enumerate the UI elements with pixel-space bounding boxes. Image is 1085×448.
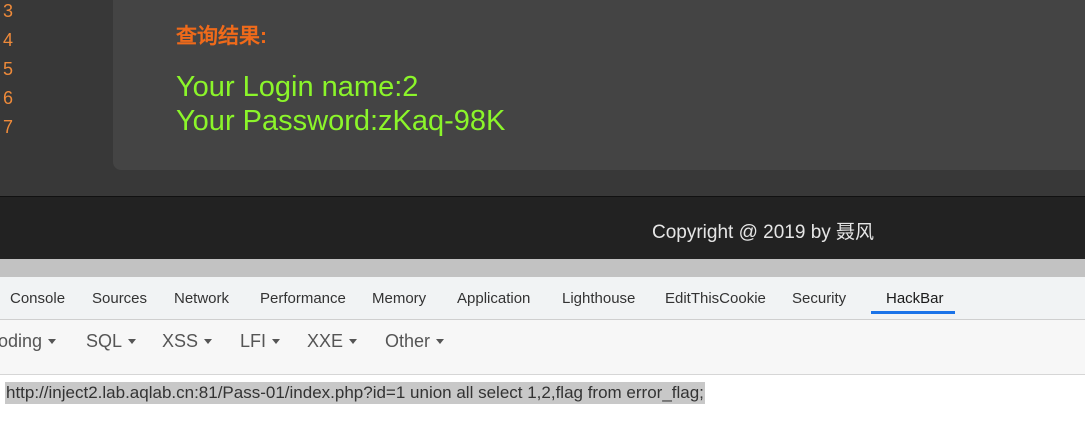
tab-network[interactable]: Network [174,290,229,307]
xxe-menu-label: XXE [307,331,344,351]
tab-editthiscookie[interactable]: EditThisCookie [665,290,766,307]
line-number: 6 [3,88,14,108]
tab-performance[interactable]: Performance [260,290,346,307]
devtools-splitter[interactable] [0,259,1085,277]
url-input-area[interactable]: http://inject2.lab.aqlab.cn:81/Pass-01/i… [0,375,1085,448]
xss-menu[interactable]: XSS [162,331,213,352]
xss-menu-label: XSS [162,331,199,351]
lfi-menu-label: LFI [240,331,267,351]
caret-down-icon [272,338,281,344]
tab-console[interactable]: Console [10,290,65,307]
caret-down-icon [48,338,57,344]
tab-application[interactable]: Application [457,290,530,307]
line-number: 4 [3,30,14,50]
caret-down-icon [204,338,213,344]
footer: Copyright @ 2019 by 聂风 [0,196,1085,260]
hackbar-toolbar: oding SQL XSS LFI XXE Other [0,320,1085,375]
tab-hackbar[interactable]: HackBar [886,290,944,307]
password-text: Your Password:zKaq-98K [176,105,506,137]
other-menu-label: Other [385,331,431,351]
tab-memory[interactable]: Memory [372,290,426,307]
other-menu[interactable]: Other [385,331,445,352]
xxe-menu[interactable]: XXE [307,331,358,352]
tab-sources[interactable]: Sources [92,290,147,307]
sql-menu[interactable]: SQL [86,331,137,352]
line-number: 3 [3,1,14,21]
caret-down-icon [349,338,358,344]
line-number: 7 [3,117,14,137]
web-page: 3 4 5 6 7 查询结果: Your Login name:2 Your P… [0,0,1085,196]
caret-down-icon [436,338,445,344]
login-name-text: Your Login name:2 [176,71,419,103]
line-number: 5 [3,59,14,79]
active-tab-indicator [871,311,955,314]
lfi-menu[interactable]: LFI [240,331,281,352]
result-title: 查询结果: [176,25,267,48]
encoding-menu[interactable]: oding [0,331,57,352]
copyright-text: Copyright @ 2019 by 聂风 [652,222,875,243]
tab-lighthouse[interactable]: Lighthouse [562,290,635,307]
tab-security[interactable]: Security [792,290,846,307]
sql-menu-label: SQL [86,331,123,351]
caret-down-icon [128,338,137,344]
encoding-menu-label: oding [0,331,43,351]
url-input-text[interactable]: http://inject2.lab.aqlab.cn:81/Pass-01/i… [5,382,705,404]
